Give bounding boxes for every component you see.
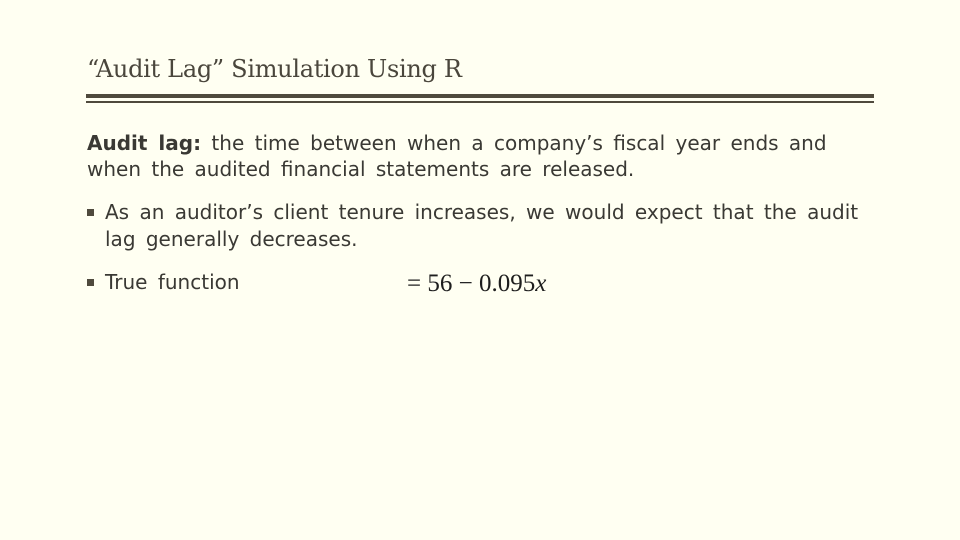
true-function-formula: = 56 − 0.095x [407,270,546,298]
square-bullet-icon [87,209,94,216]
bullet-item: True function [87,269,387,296]
definition-term: Audit lag: [87,131,202,155]
bullet-item: As an auditor’s client tenure increases,… [87,199,867,253]
bullet-text: As an auditor’s client tenure increases,… [105,200,859,251]
definition-paragraph: Audit lag: the time between when a compa… [87,130,867,182]
bullet-text: True function [105,270,240,294]
title-divider-thin [86,101,874,103]
slide-title: “Audit Lag” Simulation Using R [87,55,462,83]
formula-variable: x [535,270,547,297]
title-divider-thick [86,94,874,98]
formula-expression: = 56 − 0.095 [407,270,536,297]
square-bullet-icon [87,279,94,286]
